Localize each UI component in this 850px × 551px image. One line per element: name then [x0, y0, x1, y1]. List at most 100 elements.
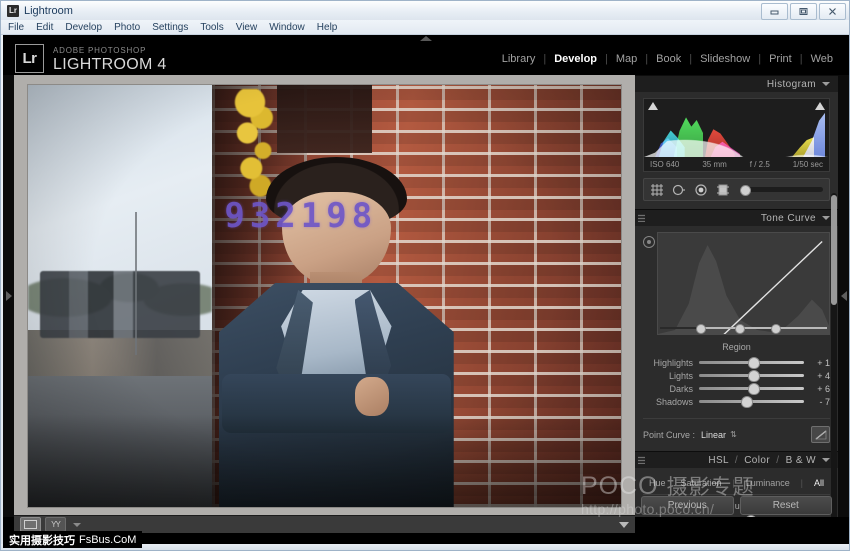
module-library[interactable]: Library [494, 53, 544, 65]
window-title: Lightroom [24, 5, 73, 17]
menu-view[interactable]: View [236, 22, 258, 33]
brush-size-slider[interactable] [740, 187, 823, 192]
hsl-tab-all[interactable]: All [810, 478, 828, 488]
brush-size-knob[interactable] [740, 185, 751, 196]
reset-button[interactable]: Reset [740, 496, 833, 515]
hsl-panel-header[interactable]: HSL / Color / B & W [635, 451, 838, 468]
shadows-slider-row[interactable]: Shadows - 7 [643, 395, 830, 408]
hsl-red-knob[interactable] [745, 515, 757, 517]
graduated-filter-tool-icon[interactable] [716, 184, 730, 196]
menu-help[interactable]: Help [317, 22, 338, 33]
hsl-panel-title: HSL / Color / B & W [708, 455, 816, 466]
menu-file[interactable]: File [8, 22, 24, 33]
before-after-view-button[interactable]: YY [45, 517, 66, 532]
view-options-caret-icon[interactable] [73, 523, 81, 527]
exif-aperture: f / 2.5 [750, 160, 770, 169]
maximize-button[interactable] [790, 3, 817, 20]
previous-button[interactable]: Previous [641, 496, 734, 515]
panel-switch-icon[interactable] [638, 456, 645, 464]
tone-curve-graph[interactable] [657, 232, 830, 335]
lights-slider-track[interactable] [699, 374, 804, 377]
highlights-slider-track[interactable] [699, 361, 804, 364]
histogram-chart[interactable]: ISO 640 35 mm f / 2.5 1/50 sec [643, 98, 830, 172]
highlights-slider-knob[interactable] [748, 357, 760, 369]
street-lamp [135, 212, 137, 355]
chevron-down-icon[interactable] [822, 458, 830, 462]
image-preview-area[interactable]: 932198 [14, 75, 635, 517]
left-panel-collapse[interactable] [3, 75, 14, 517]
hsl-title-bw[interactable]: B & W [786, 455, 816, 466]
loupe-view-button[interactable] [20, 517, 41, 532]
menu-window[interactable]: Window [269, 22, 305, 33]
minimize-button[interactable] [761, 3, 788, 20]
point-curve-value[interactable]: Linear [701, 430, 726, 440]
darks-slider-track[interactable] [699, 387, 804, 390]
darks-value: + 6 [804, 384, 830, 394]
module-picker: Library | Develop | Map | Book | Slidesh… [494, 53, 841, 65]
parked-cars [40, 271, 200, 339]
top-panel-collapse-icon[interactable] [420, 36, 432, 41]
right-panel-collapse[interactable] [838, 75, 849, 517]
curve-edit-button[interactable] [811, 426, 830, 443]
histogram-panel-header[interactable]: Histogram [635, 75, 838, 92]
lights-value: + 4 [804, 371, 830, 381]
tone-curve-graph-wrap [643, 232, 830, 335]
chevron-left-icon [841, 291, 847, 301]
hsl-tab-saturation[interactable]: Saturation [676, 478, 725, 488]
menu-edit[interactable]: Edit [36, 22, 53, 33]
right-panel-scrollbar-thumb[interactable] [831, 195, 837, 305]
darks-slider-knob[interactable] [748, 383, 760, 395]
highlights-split-knob[interactable] [771, 324, 781, 334]
menu-photo[interactable]: Photo [114, 22, 140, 33]
exif-iso: ISO 640 [650, 160, 679, 169]
midtone-split-knob[interactable] [735, 324, 745, 334]
hsl-title-hsl[interactable]: HSL [708, 455, 728, 466]
status-watermark-cn: 实用摄影技巧 [9, 532, 75, 548]
panel-switch-icon[interactable] [638, 214, 645, 222]
menubar: File Edit Develop Photo Settings Tools V… [1, 20, 849, 35]
lights-slider-knob[interactable] [748, 370, 760, 382]
lightroom-mark-icon: Lr [15, 44, 44, 73]
targeted-adjustment-icon[interactable] [643, 236, 655, 248]
chevron-down-icon[interactable] [822, 216, 830, 220]
status-watermark-en: FsBus.CoM [79, 534, 136, 546]
chevron-down-icon[interactable] [822, 82, 830, 86]
os-window: Lr Lightroom File Edit Develop Photo Set… [0, 0, 850, 551]
shadows-slider-track[interactable] [699, 400, 804, 403]
photo[interactable]: 932198 [28, 85, 621, 507]
brand-title: LIGHTROOM 4 [53, 57, 167, 73]
app-brand-text: ADOBE PHOTOSHOP LIGHTROOM 4 [53, 47, 167, 73]
darks-slider-row[interactable]: Darks + 6 [643, 382, 830, 395]
module-develop[interactable]: Develop [546, 53, 605, 65]
split-bar-dark [660, 327, 697, 329]
menu-develop[interactable]: Develop [65, 22, 102, 33]
module-print[interactable]: Print [761, 53, 800, 65]
module-slideshow[interactable]: Slideshow [692, 53, 758, 65]
red-eye-tool-icon[interactable] [694, 184, 708, 196]
shadows-slider-knob[interactable] [741, 396, 753, 408]
hsl-tab-divider: | [732, 478, 734, 488]
hsl-tab-hue[interactable]: Hue [645, 478, 670, 488]
hsl-title-color[interactable]: Color [744, 455, 770, 466]
crop-tool-icon[interactable] [650, 184, 664, 196]
hsl-tab-luminance[interactable]: Luminance [742, 478, 794, 488]
spot-removal-tool-icon[interactable] [672, 184, 686, 196]
tone-curve-panel-header[interactable]: Tone Curve [635, 209, 838, 226]
module-book[interactable]: Book [648, 53, 689, 65]
window-controls [761, 3, 846, 20]
toolbar-dropdown-icon[interactable] [619, 522, 629, 528]
module-web[interactable]: Web [803, 53, 841, 65]
photo-number-watermark: 932198 [224, 196, 377, 236]
window-titlebar: Lr Lightroom [1, 1, 849, 20]
tone-curve-line [658, 233, 829, 335]
point-curve-dropdown-icon[interactable]: ⇅ [730, 430, 737, 439]
highlights-value: + 1 [804, 358, 830, 368]
lights-slider-row[interactable]: Lights + 4 [643, 369, 830, 382]
highlights-slider-row[interactable]: Highlights + 1 [643, 356, 830, 369]
close-button[interactable] [819, 3, 846, 20]
menu-tools[interactable]: Tools [200, 22, 223, 33]
point-curve-row: Point Curve : Linear ⇅ [643, 418, 830, 443]
module-map[interactable]: Map [608, 53, 645, 65]
shadows-split-knob[interactable] [696, 324, 706, 334]
menu-settings[interactable]: Settings [152, 22, 188, 33]
